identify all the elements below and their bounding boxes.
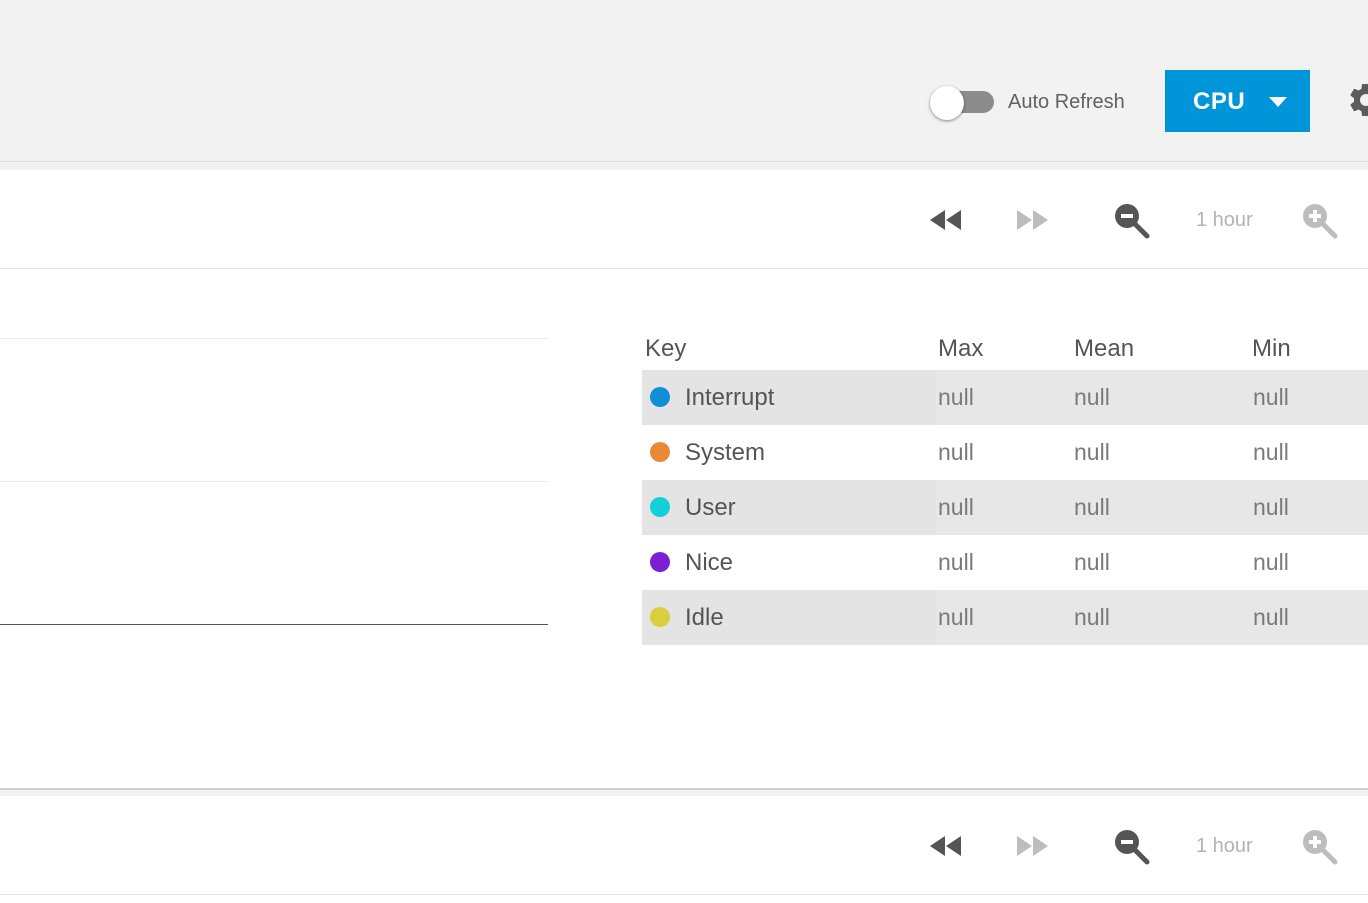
series-name: User	[685, 494, 736, 521]
series-max: null	[938, 439, 974, 465]
legend-header-mean: Mean	[1074, 335, 1135, 362]
fast-forward-icon[interactable]	[1012, 826, 1052, 866]
report-select-label: CPU	[1193, 88, 1246, 115]
row-values-background	[936, 480, 1368, 535]
series-min: null	[1253, 439, 1289, 465]
auto-refresh-label: Auto Refresh	[1008, 91, 1125, 113]
fast-forward-icon[interactable]	[1012, 200, 1052, 240]
series-color-dot	[650, 552, 670, 572]
zoom-out-icon[interactable]	[1112, 200, 1152, 240]
zoom-in-icon[interactable]	[1300, 200, 1340, 240]
zoom-in-icon[interactable]	[1300, 826, 1340, 866]
series-max: null	[938, 494, 974, 520]
time-range-label: 1 hour	[1196, 209, 1253, 231]
legend-row-nice[interactable]: Nice null null null	[642, 535, 1368, 590]
series-mean: null	[1074, 439, 1110, 465]
series-color-dot	[650, 497, 670, 517]
legend-row-user[interactable]: User null null null	[642, 480, 1368, 535]
series-min: null	[1253, 494, 1289, 520]
row-values-background	[936, 590, 1368, 645]
series-mean: null	[1074, 494, 1110, 520]
row-values-background	[936, 370, 1368, 425]
second-chart-panel: 1 hour	[0, 796, 1368, 903]
series-mean: null	[1074, 384, 1110, 410]
series-color-dot	[650, 442, 670, 462]
series-min: null	[1253, 604, 1289, 630]
gear-icon[interactable]	[1346, 80, 1368, 120]
series-min: null	[1253, 549, 1289, 575]
series-max: null	[938, 384, 974, 410]
legend-row-interrupt[interactable]: Interrupt null null null	[642, 370, 1368, 425]
chart-gridline	[0, 338, 548, 339]
legend-table: Key Max Mean Min Interrupt null null nul…	[642, 330, 1368, 645]
chevron-down-icon	[1269, 97, 1287, 107]
time-range-label: 1 hour	[1196, 835, 1253, 857]
series-name: Nice	[685, 549, 734, 576]
series-color-dot	[650, 607, 670, 627]
chart-toolbar: 1 hour	[0, 796, 1368, 895]
legend-header-min: Min	[1252, 335, 1291, 362]
series-mean: null	[1074, 604, 1110, 630]
legend-header-max: Max	[938, 335, 984, 362]
zoom-out-icon[interactable]	[1112, 826, 1152, 866]
series-name: Idle	[685, 604, 724, 631]
rewind-icon[interactable]	[926, 826, 966, 866]
legend-header-key: Key	[645, 335, 687, 362]
chart-toolbar: 1 hour	[0, 170, 1368, 269]
series-color-dot	[650, 387, 670, 407]
rewind-icon[interactable]	[926, 200, 966, 240]
series-min: null	[1253, 384, 1289, 410]
chart-x-axis	[0, 624, 548, 625]
legend-row-idle[interactable]: Idle null null null	[642, 590, 1368, 645]
series-max: null	[938, 549, 974, 575]
series-name: System	[685, 439, 766, 466]
report-select-dropdown[interactable]: CPU	[1165, 70, 1310, 132]
series-max: null	[938, 604, 974, 630]
toggle-knob	[930, 86, 964, 120]
chart-gridline	[0, 481, 548, 482]
cpu-chart-panel: 1 hour Key Max Mean Min Interrupt null n…	[0, 170, 1368, 790]
top-header: Auto Refresh CPU	[0, 0, 1368, 162]
series-name: Interrupt	[685, 384, 775, 411]
legend-row-system[interactable]: System null null null	[642, 425, 1368, 480]
series-mean: null	[1074, 549, 1110, 575]
auto-refresh-toggle[interactable]	[930, 86, 994, 120]
legend-header-row: Key Max Mean Min	[642, 330, 1368, 370]
